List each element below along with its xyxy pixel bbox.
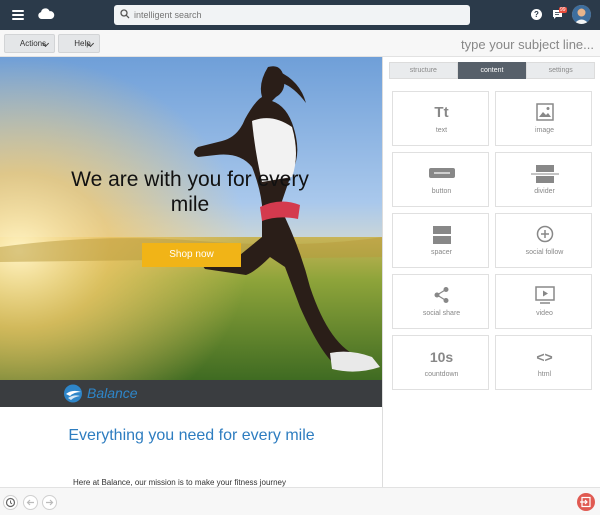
divider-block-tile[interactable]: divider [495, 152, 592, 207]
search-input[interactable] [134, 7, 454, 23]
shop-now-button[interactable]: Shop now [142, 243, 241, 267]
menu-icon[interactable] [12, 10, 24, 20]
button-block-tile[interactable]: button [392, 152, 489, 207]
button-icon [393, 164, 490, 184]
redo-icon [46, 499, 54, 506]
video-icon [496, 286, 593, 306]
bottom-bar [0, 487, 600, 515]
tile-label: html [537, 371, 552, 378]
countdown-icon: 10s [429, 349, 454, 365]
image-block-tile[interactable]: image [495, 91, 592, 146]
history-button[interactable] [3, 495, 18, 510]
redo-button[interactable] [42, 495, 57, 510]
tile-label: button [431, 188, 452, 195]
code-icon: <> [536, 349, 553, 365]
tile-label: image [534, 127, 555, 134]
balance-logo-icon [64, 384, 82, 403]
html-block-tile[interactable]: <> html [495, 335, 592, 390]
top-bar: ? 99 [0, 0, 600, 30]
messages-badge: 99 [559, 7, 567, 13]
image-icon [496, 103, 593, 123]
tab-content[interactable]: content [457, 62, 527, 79]
help-icon[interactable]: ? [531, 9, 542, 20]
countdown-block-tile[interactable]: 10s countdown [392, 335, 489, 390]
email-preview: We are with you for every mile Shop now … [0, 57, 383, 487]
social-share-block-tile[interactable]: social share [392, 274, 489, 329]
undo-icon [26, 499, 34, 506]
content-panel: structure content settings Tt text image… [384, 57, 600, 487]
panel-tabs: structure content settings [389, 62, 596, 79]
exit-icon [580, 496, 591, 508]
hero-title: We are with you for every mile [71, 168, 309, 216]
exit-button[interactable] [577, 493, 595, 511]
tile-label: text [435, 127, 448, 134]
tile-label: spacer [430, 249, 452, 256]
text-icon: Tt [434, 104, 449, 121]
actions-dropdown[interactable]: Actions [4, 34, 55, 53]
video-block-tile[interactable]: video [495, 274, 592, 329]
spacer-block-tile[interactable]: spacer [392, 213, 489, 268]
tile-label: divider [534, 188, 555, 195]
hero-image[interactable]: We are with you for every mile Shop now [0, 57, 382, 380]
brand-name: Balance [87, 385, 138, 401]
brand-bar: Balance [0, 380, 382, 407]
tile-label: social share [422, 310, 461, 317]
search-box[interactable] [114, 5, 470, 25]
text-block-tile[interactable]: Tt text [392, 91, 489, 146]
avatar[interactable] [572, 5, 591, 24]
share-icon [393, 286, 490, 306]
divider-icon [496, 164, 593, 184]
tab-structure[interactable]: structure [389, 62, 458, 79]
social-follow-block-tile[interactable]: social follow [495, 213, 592, 268]
tile-label: video [536, 310, 553, 317]
body-paragraph: Here at Balance, our mission is to make … [73, 478, 286, 487]
tile-label: countdown [424, 371, 459, 378]
tile-label: social follow [525, 249, 564, 256]
help-dropdown[interactable]: Help [58, 34, 100, 53]
cloud-icon[interactable] [37, 8, 55, 20]
tab-settings[interactable]: settings [526, 62, 596, 79]
toolbar: Actions Help type your subject line... [0, 30, 600, 57]
search-icon [120, 9, 130, 19]
subject-line-input[interactable]: type your subject line... [461, 37, 594, 52]
tagline-heading: Everything you need for every mile [68, 427, 315, 444]
spacer-icon [393, 225, 490, 245]
undo-button[interactable] [23, 495, 38, 510]
history-icon [5, 497, 16, 508]
plus-circle-icon [496, 225, 593, 245]
